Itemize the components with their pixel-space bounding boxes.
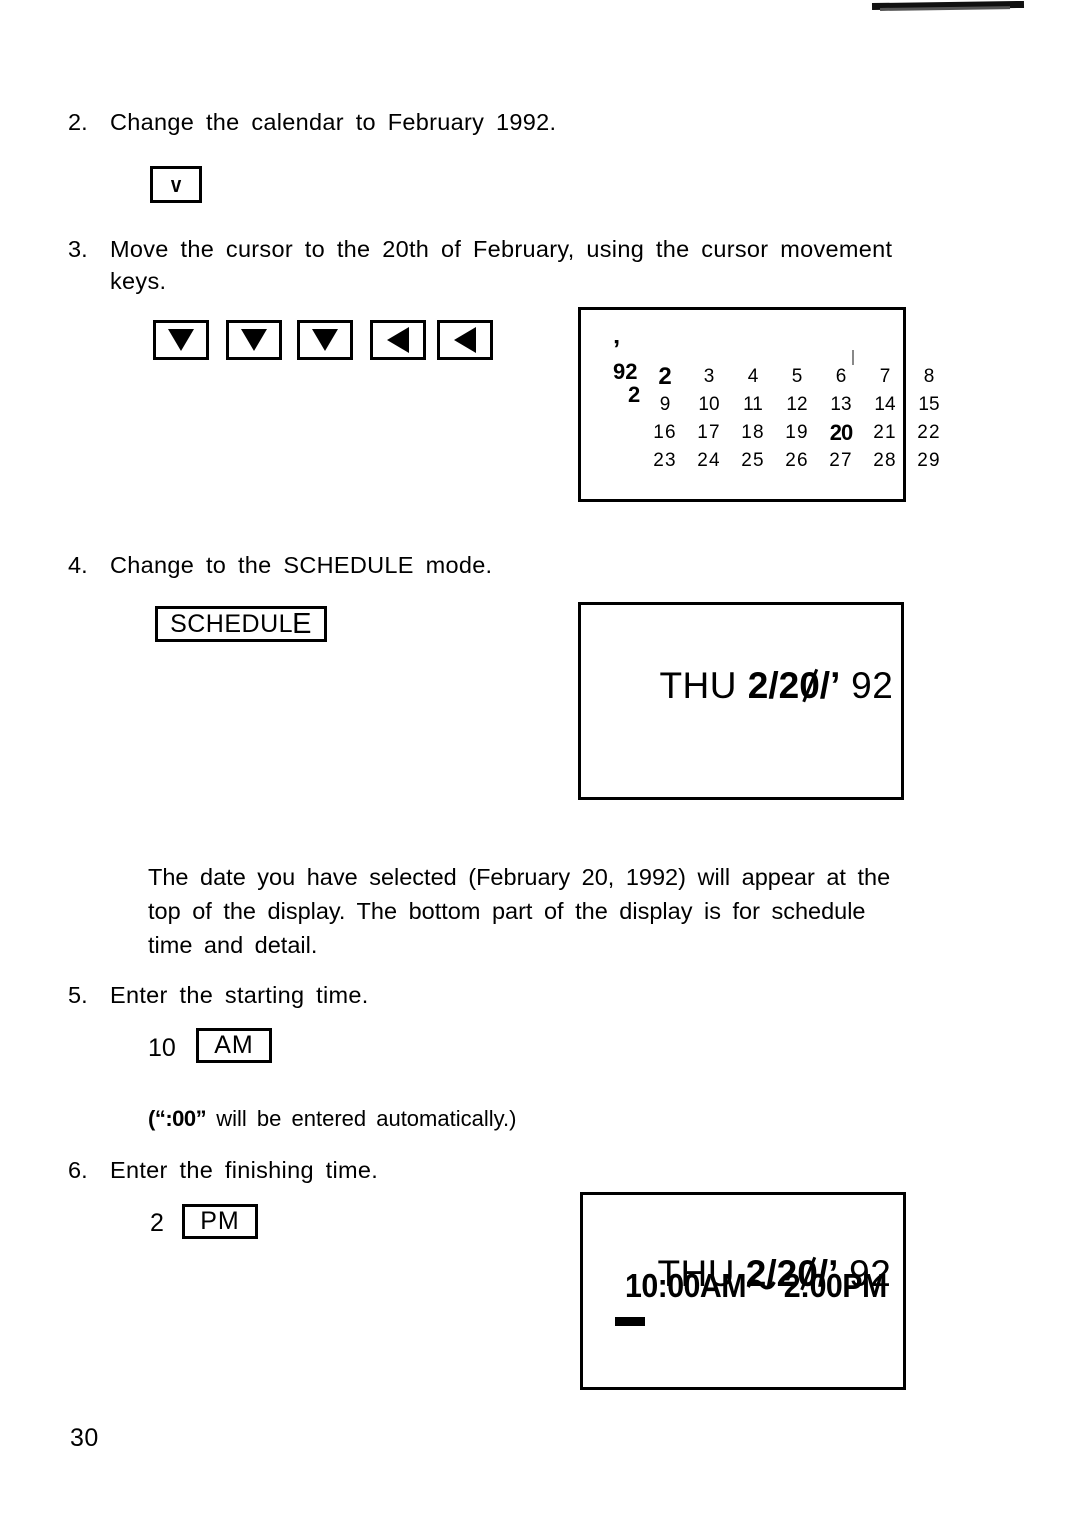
triangle-down-icon [312, 329, 338, 351]
schedule-key-label-tail: E [292, 607, 312, 640]
calendar-day-16: 16 [653, 422, 677, 443]
am-key-label: AM [214, 1031, 254, 1059]
day-zero-text: 0 [799, 665, 820, 706]
calendar-day-21: 21 [873, 422, 897, 443]
am-key[interactable]: AM [196, 1028, 272, 1063]
cursor-down-key-1[interactable] [153, 320, 209, 360]
calendar-day-5: 5 [791, 366, 803, 387]
step-4-text: Change to the SCHEDULE mode. [110, 552, 493, 578]
calendar-day-10: 10 [698, 394, 720, 415]
down-marker-key[interactable]: v [150, 166, 202, 203]
calendar-day-4: 4 [747, 366, 759, 387]
calendar-day-26: 26 [785, 450, 809, 471]
calendar-day-15: 15 [918, 394, 940, 415]
triangle-down-icon [241, 329, 267, 351]
month-text: 2 [747, 665, 769, 706]
year-apostrophe: ’ [830, 665, 841, 706]
year-text: 92 [851, 665, 894, 706]
calendar-day-18: 18 [741, 422, 765, 443]
schedule-lcd-date-only: THU 2/20/’ 92 [578, 602, 904, 800]
step-6-text: Enter the finishing time. [110, 1157, 379, 1183]
schedule-date-line: THU 2/20/’ 92 [617, 623, 893, 749]
calendar-day-23: 23 [653, 450, 677, 471]
finishing-hour-value: 2 [150, 1209, 164, 1237]
chevron-down-icon: v [170, 171, 182, 197]
scan-artifact-top-right [871, 0, 1025, 11]
calendar-month: 2 [628, 382, 641, 407]
calendar-day-29: 29 [917, 450, 941, 471]
date-separator-2: / [819, 665, 831, 706]
calendar-lcd: ’ 92 2 2 3 4 5 6 7 8 9 10 11 12 13 14 15 16 17 18 19 20 21 2… [578, 307, 940, 502]
schedule-key-label-main: SCHEDUL [170, 609, 294, 638]
auto-minutes-note-prefix: (“:00” [148, 1106, 207, 1131]
calendar-day-8: 8 [923, 366, 935, 387]
step-6-number: 6. [68, 1157, 88, 1183]
triangle-down-icon [168, 329, 194, 351]
step-5-text: Enter the starting time. [110, 982, 369, 1008]
calendar-day-24: 24 [697, 450, 721, 471]
cursor-down-key-2[interactable] [226, 320, 282, 360]
triangle-left-icon [454, 327, 476, 353]
cursor-left-key-1[interactable] [370, 320, 426, 360]
explanation-paragraph-line3: time and detail. [148, 932, 318, 958]
schedule-lcd-with-times: THU 2/20/’ 92 10:00AM～ 2:00PM [580, 1192, 906, 1390]
calendar-day-7: 7 [879, 366, 891, 387]
calendar-day-22: 22 [917, 422, 941, 443]
schedule-key[interactable]: SCHEDUL E [155, 606, 327, 642]
auto-minutes-note: (“:00” will be entered automatically.) [148, 1104, 516, 1134]
calendar-day-19: 19 [785, 422, 809, 443]
calendar-day-2: 2 [658, 363, 672, 390]
date-separator-1: / [768, 665, 779, 706]
schedule-time-range-line: 10:00AM～ 2:00PM [625, 1267, 887, 1304]
step-3-text-line2: keys. [110, 268, 167, 294]
step-3-number: 3. [68, 236, 88, 262]
calendar-grid: 2 3 4 5 6 7 8 9 10 11 12 13 14 15 16 17 18 19 20 21 22 23 24 25… [643, 363, 951, 475]
auto-minutes-note-text: will be entered automatically.) [216, 1106, 517, 1131]
step-2-number: 2. [68, 109, 88, 135]
calendar-day-27: 27 [829, 450, 853, 471]
calendar-day-12: 12 [786, 394, 808, 415]
calendar-day-3: 3 [703, 366, 715, 387]
calendar-day-6: 6 [835, 366, 847, 387]
cursor-left-key-2[interactable] [437, 320, 493, 360]
schedule-detail-cursor [615, 1317, 645, 1326]
explanation-paragraph-line1: The date you have selected (February 20,… [148, 864, 891, 890]
starting-hour-value: 10 [148, 1034, 176, 1062]
pm-key[interactable]: PM [182, 1204, 258, 1239]
weekday-text: THU [659, 665, 737, 706]
cursor-down-key-3[interactable] [297, 320, 353, 360]
calendar-day-9: 9 [659, 394, 671, 415]
day-tens-text: 2 [778, 665, 800, 706]
calendar-day-20: 20 [829, 420, 853, 445]
calendar-year-apostrophe: ’ [613, 334, 621, 364]
calendar-day-14: 14 [874, 394, 896, 415]
calendar-day-11: 11 [743, 394, 763, 415]
step-4-number: 4. [68, 552, 88, 578]
page-number: 30 [70, 1424, 99, 1452]
calendar-day-17: 17 [697, 422, 721, 443]
calendar-day-25: 25 [741, 450, 765, 471]
step-5-number: 5. [68, 982, 88, 1008]
calendar-day-28: 28 [873, 450, 897, 471]
step-3-text-line1: Move the cursor to the 20th of February,… [110, 236, 893, 262]
pm-key-label: PM [200, 1207, 240, 1235]
triangle-left-icon [387, 327, 409, 353]
explanation-paragraph-line2: top of the display. The bottom part of t… [148, 898, 866, 924]
step-2-text: Change the calendar to February 1992. [110, 109, 557, 135]
calendar-day-13: 13 [830, 394, 852, 415]
